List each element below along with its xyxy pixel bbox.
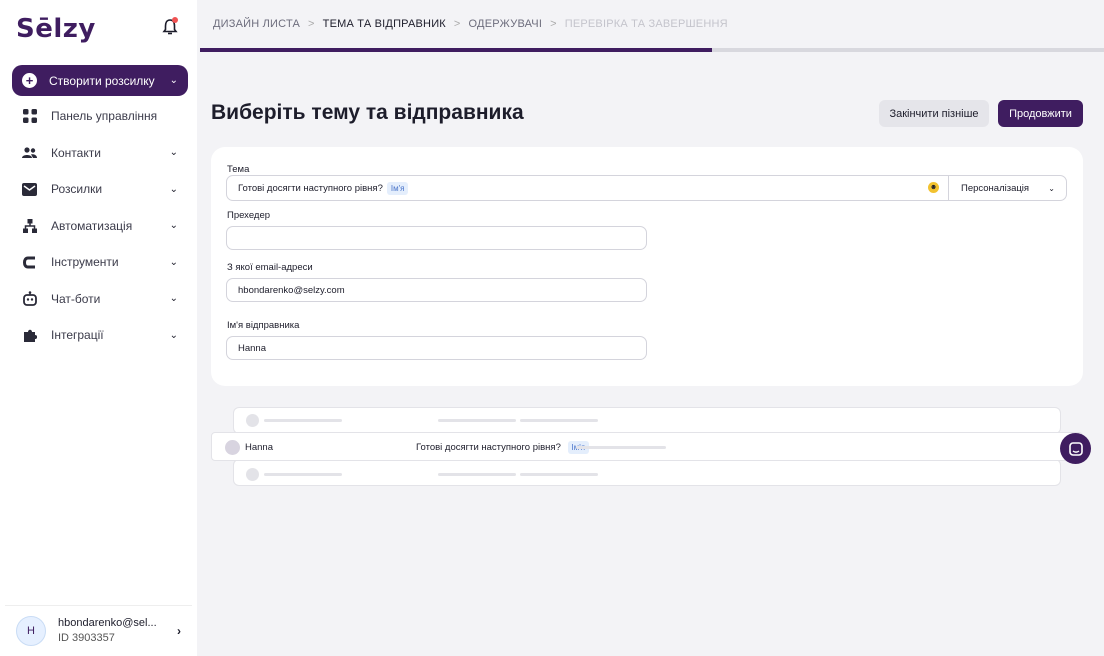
placeholder-bar	[264, 419, 342, 422]
preheader-input[interactable]	[226, 226, 647, 250]
sidebar-item-campaigns[interactable]: Розсилки ⌄	[12, 171, 188, 208]
preview-subject: Готові досягти наступного рівня? Ім'я	[416, 441, 590, 454]
subject-sender-form: Тема Готові досягти наступного рівня? Ім…	[211, 147, 1083, 386]
sidebar-item-automation[interactable]: Автоматизація ⌄	[12, 208, 188, 245]
sidebar-item-label: Панель управління	[51, 109, 158, 124]
sidebar-item-label: Інтеграції	[51, 328, 104, 343]
continue-button[interactable]: Продовжити	[998, 100, 1083, 127]
from-email-label: З якої email-адреси	[227, 262, 313, 273]
sidebar-item-label: Автоматизація	[51, 218, 133, 233]
inbox-preview-placeholder-row	[233, 407, 1061, 434]
chevron-down-icon: ⌄	[169, 75, 178, 86]
tools-icon	[22, 255, 37, 270]
chevron-down-icon: ⌄	[169, 147, 178, 159]
inbox-preview-placeholder-row	[233, 459, 1061, 486]
placeholder-bar	[520, 473, 598, 476]
sidebar-item-label: Інструменти	[51, 255, 119, 270]
sender-name-input[interactable]: Hanna	[226, 336, 647, 360]
sidebar-item-tools[interactable]: Інструменти ⌄	[12, 244, 188, 281]
sidebar-item-integrations[interactable]: Інтеграції ⌄	[12, 317, 188, 354]
finish-later-button[interactable]: Закінчити пізніше	[879, 100, 989, 127]
emoji-icon[interactable]: ☻	[928, 182, 939, 193]
personalization-label: Персоналізація	[961, 183, 1030, 194]
sidebar: Sēlzy + Створити розсилку ⌄ Панель управ…	[0, 0, 197, 656]
sender-name-label: Ім'я відправника	[227, 320, 300, 331]
placeholder-bar	[520, 419, 598, 422]
sidebar-item-contacts[interactable]: Контакти ⌄	[12, 135, 188, 172]
user-account[interactable]: H hbondarenko@sel... ID 3903357 ›	[5, 605, 192, 656]
create-campaign-button[interactable]: + Створити розсилку ⌄	[12, 65, 188, 96]
automation-icon	[22, 218, 37, 233]
user-email: hbondarenko@sel...	[58, 617, 157, 629]
sidebar-item-chatbots[interactable]: Чат-боти ⌄	[12, 281, 188, 318]
contacts-icon	[22, 145, 37, 160]
sidebar-item-dashboard[interactable]: Панель управління	[12, 98, 188, 135]
step-design[interactable]: ДИЗАЙН ЛИСТА	[213, 18, 300, 30]
subject-value: Готові досягти наступного рівня?	[238, 182, 383, 194]
chat-icon	[1068, 441, 1083, 456]
placeholder-bar	[438, 473, 516, 476]
placeholder-bar	[264, 473, 342, 476]
subject-label: Тема	[227, 164, 250, 175]
step-recipients[interactable]: ОДЕРЖУВАЧІ	[469, 18, 543, 30]
sidebar-item-label: Чат-боти	[51, 291, 101, 306]
chevron-down-icon: ⌄	[169, 256, 178, 268]
step-subject-sender[interactable]: ТЕМА ТА ВІДПРАВНИК	[323, 18, 446, 30]
step-review: ПЕРЕВІРКА ТА ЗАВЕРШЕННЯ	[564, 18, 728, 30]
breadcrumb-separator: >	[453, 18, 461, 30]
breadcrumb: ДИЗАЙН ЛИСТА > ТЕМА ТА ВІДПРАВНИК > ОДЕР…	[213, 18, 728, 30]
support-chat-button[interactable]	[1060, 433, 1091, 464]
step-progress-fill	[200, 48, 712, 52]
puzzle-icon	[22, 328, 37, 343]
create-campaign-label: Створити розсилку	[49, 73, 155, 88]
bot-icon	[22, 291, 37, 307]
placeholder-bar	[438, 419, 516, 422]
chevron-down-icon: ⌄	[169, 293, 178, 305]
sender-name-value: Hanna	[238, 342, 266, 354]
avatar: H	[16, 616, 46, 646]
breadcrumb-separator: >	[550, 18, 557, 30]
step-progress-bar	[200, 48, 1104, 52]
sender-avatar	[225, 440, 240, 455]
from-email-value: hbondarenko@selzy.com	[238, 284, 345, 296]
subject-input[interactable]: Готові досягти наступного рівня? Ім'я ☻ …	[226, 175, 1067, 201]
preheader-label: Прехедер	[227, 210, 271, 221]
breadcrumb-separator: >	[308, 18, 315, 30]
chevron-down-icon: ⌄	[169, 220, 178, 232]
dashboard-icon	[22, 109, 37, 124]
plus-icon: +	[22, 73, 37, 88]
preview-sender-name: Hanna	[245, 442, 273, 453]
sidebar-nav: Панель управління Контакти ⌄ Розсилки ⌄ …	[12, 98, 188, 354]
notification-dot	[172, 17, 178, 23]
chevron-down-icon: ⌄	[169, 329, 178, 341]
name-merge-tag[interactable]: Ім'я	[386, 181, 409, 195]
selzy-logo[interactable]: Sēlzy	[16, 14, 96, 44]
user-id: ID 3903357	[58, 632, 115, 644]
from-email-select[interactable]: hbondarenko@selzy.com	[226, 278, 647, 302]
personalization-dropdown[interactable]: Персоналізація ⌄	[948, 176, 1067, 201]
chevron-down-icon: ⌄	[169, 183, 178, 195]
chevron-right-icon: ›	[177, 624, 181, 638]
placeholder-bar	[576, 446, 666, 449]
page-title: Виберіть тему та відправника	[211, 101, 524, 124]
inbox-preview-row: Hanna Готові досягти наступного рівня? І…	[211, 432, 1083, 461]
sidebar-item-label: Контакти	[51, 145, 101, 160]
placeholder-avatar	[246, 414, 259, 427]
preview-subject-text: Готові досягти наступного рівня?	[416, 442, 561, 453]
chevron-down-icon: ⌄	[1048, 184, 1055, 193]
mail-icon	[22, 182, 37, 197]
placeholder-avatar	[246, 468, 259, 481]
sidebar-item-label: Розсилки	[51, 182, 103, 197]
